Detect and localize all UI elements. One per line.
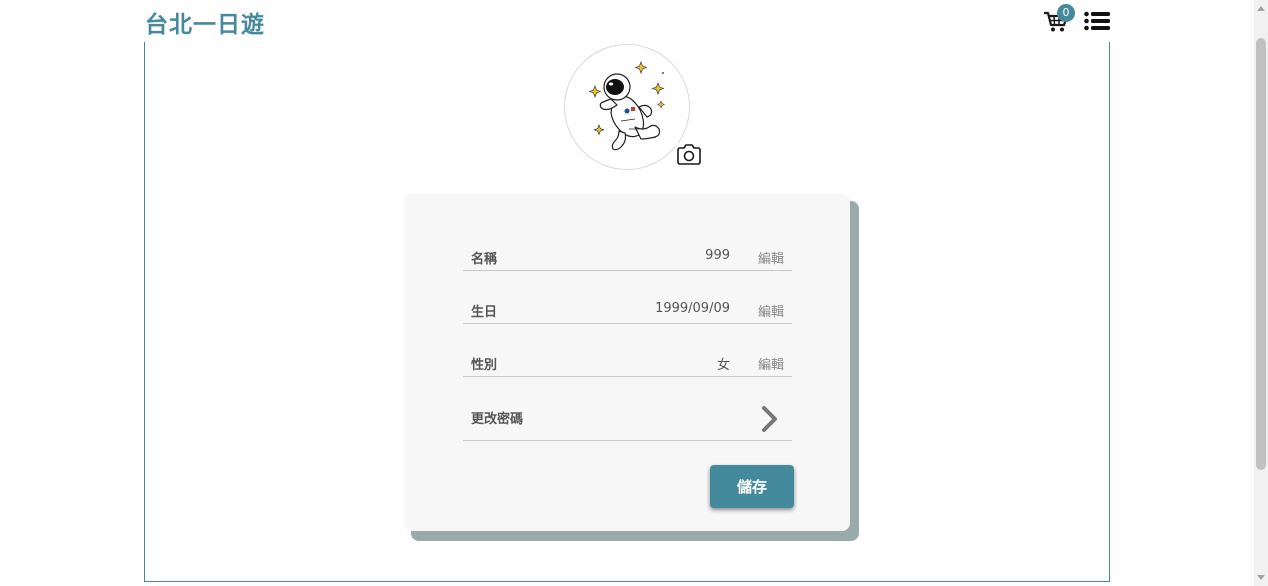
edit-gender-button[interactable]: 編輯 [758, 354, 784, 373]
field-value: 999 [705, 248, 730, 263]
cart-count-badge: 0 [1057, 4, 1075, 22]
site-logo[interactable]: 台北一日遊 [145, 5, 265, 39]
menu-button[interactable] [1084, 11, 1110, 31]
field-row-birthday: 生日 1999/09/09 編輯 [463, 298, 792, 324]
field-row-gender: 性別 女 編輯 [463, 351, 792, 377]
change-avatar-button[interactable] [676, 143, 702, 166]
field-value: 女 [716, 358, 730, 373]
scroll-down-arrow[interactable] [1257, 575, 1265, 580]
field-value: 1999/09/09 [655, 301, 730, 316]
avatar [564, 44, 690, 170]
save-button[interactable]: 儲存 [710, 465, 794, 508]
page-scrollbar[interactable] [1254, 0, 1268, 586]
cart-button[interactable]: 0 [1043, 4, 1075, 32]
field-label: 性別 [471, 358, 498, 373]
camera-icon [677, 144, 701, 165]
scroll-thumb[interactable] [1256, 38, 1266, 470]
edit-name-button[interactable]: 編輯 [758, 248, 784, 267]
change-password-row[interactable]: 更改密碼 [463, 400, 792, 441]
field-label: 生日 [471, 305, 498, 320]
header: 台北一日遊 0 [0, 0, 1254, 42]
list-menu-icon [1084, 11, 1110, 31]
field-label: 名稱 [471, 252, 498, 267]
change-password-label: 更改密碼 [471, 412, 524, 427]
astronaut-illustration [588, 61, 666, 151]
scroll-up-arrow[interactable] [1257, 6, 1265, 11]
field-row-name: 名稱 999 編輯 [463, 245, 792, 271]
edit-birthday-button[interactable]: 編輯 [758, 301, 784, 320]
chevron-right-icon [762, 406, 777, 432]
